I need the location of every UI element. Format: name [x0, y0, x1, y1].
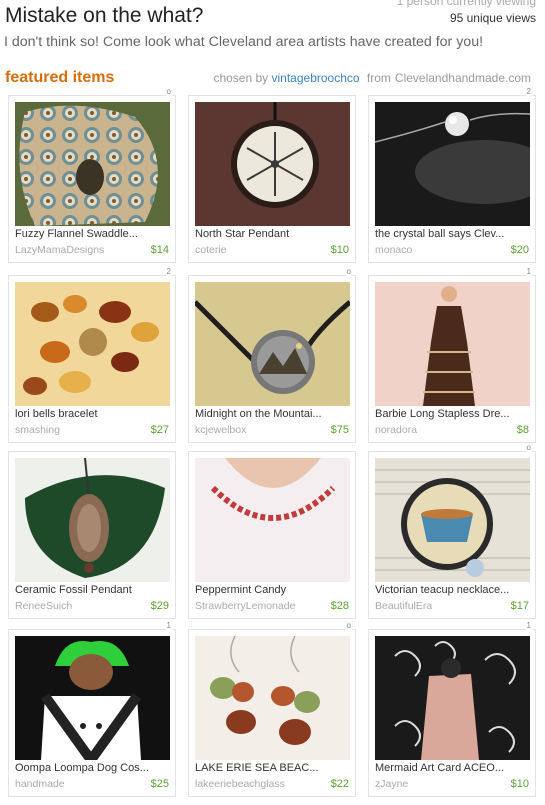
item-shop[interactable]: BeautifulEra	[375, 600, 432, 612]
item-title[interactable]: Mermaid Art Card ACEO...	[375, 762, 531, 774]
source-link[interactable]: Clevelandhandmade.com	[395, 71, 531, 85]
item-rank: 2	[525, 87, 532, 96]
item-price: $22	[330, 778, 349, 790]
item-price: $75	[330, 424, 349, 436]
featured-items-heading: featured items	[5, 69, 115, 86]
item-price: $28	[330, 600, 349, 612]
item-title[interactable]: Victorian teacup necklace...	[375, 584, 531, 596]
from-label: from	[366, 71, 391, 85]
item-title[interactable]: LAKE ERIE SEA BEAC...	[195, 762, 351, 774]
item-card[interactable]: o Fuzzy Flannel Swaddle... LazyMamaDesig…	[8, 87, 176, 263]
item-price: $17	[510, 600, 529, 612]
item-shop[interactable]: handmade	[15, 778, 65, 790]
viewer-stats: 1 person currently viewing 95 unique vie…	[397, 0, 536, 25]
item-shop[interactable]: noradora	[375, 424, 417, 436]
page-title: Mistake on the what?	[5, 4, 204, 27]
item-image-crystal-ball-necklace[interactable]	[375, 102, 530, 226]
item-price: $27	[150, 424, 169, 436]
item-card[interactable]: 1 Mermaid Art Card ACEO... zJayne $10	[368, 621, 536, 797]
item-title[interactable]: Oompa Loompa Dog Cos...	[15, 762, 171, 774]
item-title[interactable]: Ceramic Fossil Pendant	[15, 584, 171, 596]
item-title[interactable]: the crystal ball says Clev...	[375, 228, 531, 240]
item-rank: 1	[525, 621, 532, 630]
item-image-teacup-necklace[interactable]	[375, 458, 530, 582]
item-price: $29	[150, 600, 169, 612]
item-image-sea-glass-earrings[interactable]	[195, 636, 350, 760]
item-image-flannel-swaddle[interactable]	[15, 102, 170, 226]
item-rank: 1	[525, 267, 532, 276]
item-title[interactable]: North Star Pendant	[195, 228, 351, 240]
item-title[interactable]: Midnight on the Mountai...	[195, 408, 351, 420]
item-title[interactable]: Peppermint Candy	[195, 584, 351, 596]
curator-link[interactable]: vintagebroochco	[272, 71, 360, 85]
item-image-mermaid-art-card[interactable]	[375, 636, 530, 760]
item-shop[interactable]: StrawberryLemonade	[195, 600, 295, 612]
item-rank: o	[525, 443, 532, 452]
item-image-bead-bracelet[interactable]	[15, 282, 170, 406]
item-title[interactable]: Fuzzy Flannel Swaddle...	[15, 228, 171, 240]
chosen-by-line: chosen by vintagebroochco from Clevelandh…	[213, 71, 531, 85]
page-subtitle: I don't think so! Come look what Clevela…	[4, 34, 484, 50]
item-title[interactable]: lori bells bracelet	[15, 408, 171, 420]
item-shop[interactable]: lakeeriebeachglass	[195, 778, 285, 790]
item-price: $10	[330, 244, 349, 256]
item-card[interactable]: o Victorian teacup necklace... Beautiful…	[368, 443, 536, 619]
item-price: $10	[510, 778, 529, 790]
item-shop[interactable]: ReneeSuich	[15, 600, 72, 612]
chosen-by-label: chosen by	[213, 71, 269, 85]
item-shop[interactable]: LazyMamaDesigns	[15, 244, 104, 256]
item-shop[interactable]: coterie	[195, 244, 227, 256]
item-card[interactable]: Peppermint Candy StrawberryLemonade $28	[188, 451, 356, 619]
current-viewers: 1 person currently viewing	[396, 0, 536, 8]
item-image-dog-costume[interactable]	[15, 636, 170, 760]
item-title[interactable]: Barbie Long Stapless Dre...	[375, 408, 531, 420]
item-image-candy-necklace[interactable]	[195, 458, 350, 582]
item-shop[interactable]: zJayne	[375, 778, 408, 790]
item-rank: o	[345, 267, 352, 276]
item-card[interactable]: o Midnight on the Mountai... kcjewelbox …	[188, 267, 356, 443]
item-price: $25	[150, 778, 169, 790]
item-rank: o	[345, 621, 352, 630]
item-rank: o	[165, 87, 172, 96]
item-image-fossil-pendant[interactable]	[15, 458, 170, 582]
item-price: $20	[510, 244, 529, 256]
item-image-mountain-pendant[interactable]	[195, 282, 350, 406]
item-rank: 2	[165, 267, 172, 276]
item-image-barbie-dress[interactable]	[375, 282, 530, 406]
item-shop[interactable]: monaco	[375, 244, 412, 256]
item-card[interactable]: North Star Pendant coterie $10	[188, 95, 356, 263]
item-price: $14	[150, 244, 169, 256]
item-price: $8	[516, 424, 529, 436]
item-card[interactable]: o LAKE ERIE SEA BEAC... lakeeriebeachgla…	[188, 621, 356, 797]
item-shop[interactable]: smashing	[15, 424, 60, 436]
unique-views: 95 unique views	[449, 11, 536, 25]
item-shop[interactable]: kcjewelbox	[195, 424, 246, 436]
item-card[interactable]: 1 Barbie Long Stapless Dre... noradora $…	[368, 267, 536, 443]
item-rank: 1	[165, 621, 172, 630]
item-card[interactable]: 1 Oompa Loompa Dog Cos... handmade $25	[8, 621, 176, 797]
item-card[interactable]: 2 the crystal ball says Clev... monaco $…	[368, 87, 536, 263]
item-image-star-pendant[interactable]	[195, 102, 350, 226]
item-card[interactable]: 2 lori bells bracelet smashing $27	[8, 267, 176, 443]
item-card[interactable]: Ceramic Fossil Pendant ReneeSuich $29	[8, 451, 176, 619]
